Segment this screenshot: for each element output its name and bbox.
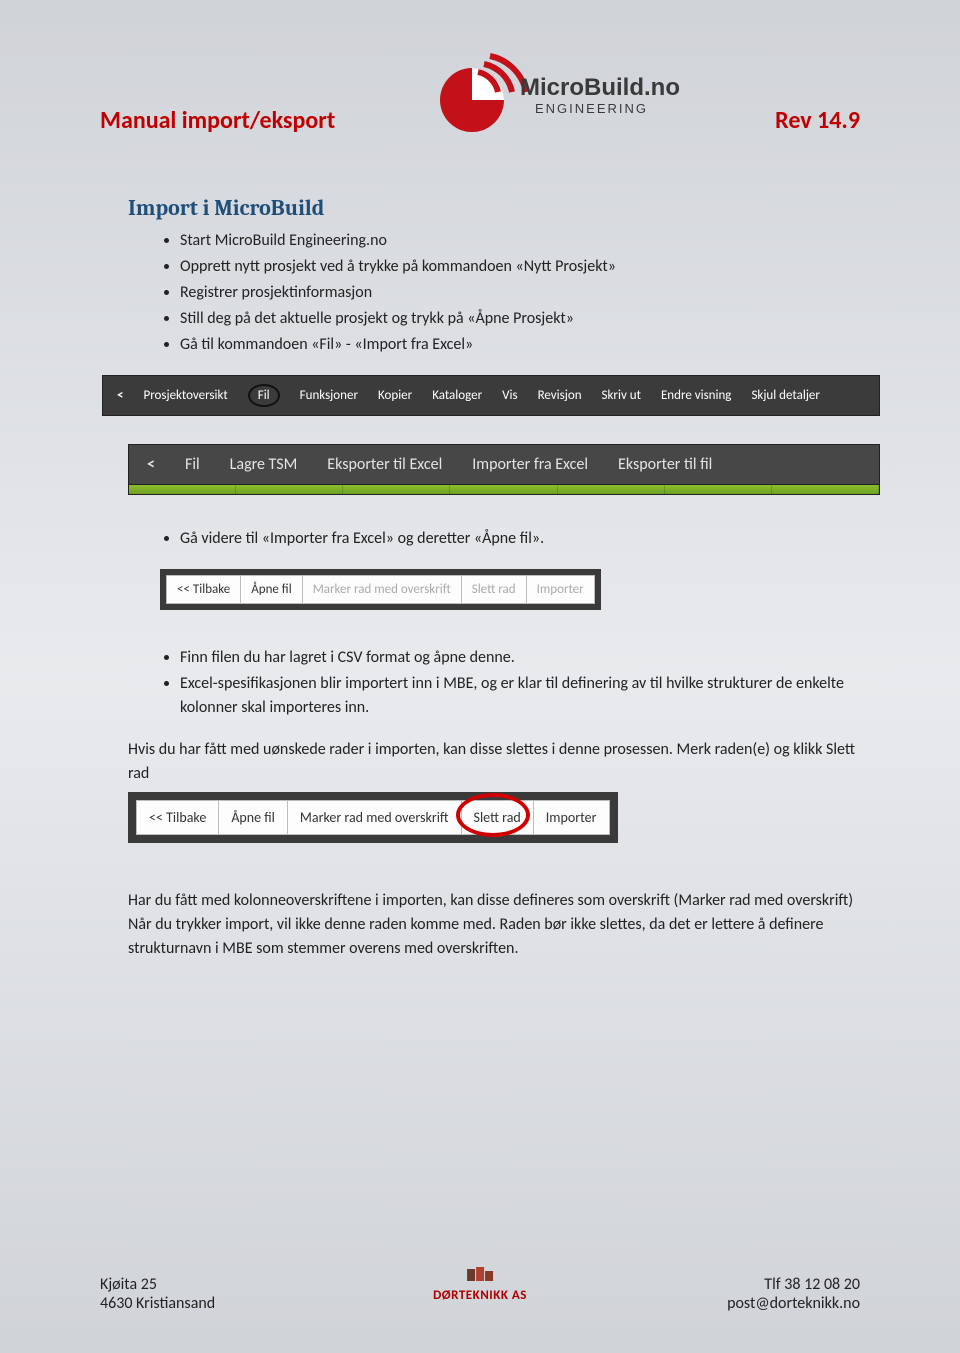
list-item: Finn filen du har lagret i CSV format og… [180, 646, 860, 670]
menu-item[interactable]: Eksporter til Excel [327, 455, 442, 474]
document-header: Manual import/eksport MicroBuild.no ENGI… [100, 45, 860, 135]
logo-text-bottom: ENGINEERING [535, 101, 648, 116]
menu-item[interactable]: Lagre TSM [230, 455, 298, 474]
mark-header-button[interactable]: Marker rad med overskrift [303, 575, 462, 604]
list-item: Opprett nytt prosjekt ved å trykke på ko… [180, 255, 860, 279]
menu-item[interactable]: Skjul detaljer [751, 388, 820, 403]
menu-item[interactable]: Importer fra Excel [472, 455, 588, 474]
screenshot-menubar-fil: < Fil Lagre TSM Eksporter til Excel Impo… [128, 444, 880, 495]
menu-item[interactable]: Eksporter til fil [618, 455, 712, 474]
mark-header-button[interactable]: Marker rad med overskrift [288, 800, 462, 835]
list-item: Gå videre til «Importer fra Excel» og de… [180, 527, 860, 551]
logo: MicroBuild.no ENGINEERING [430, 45, 680, 135]
import-button[interactable]: Importer [527, 575, 595, 604]
footer-company: DØRTEKNIKK AS [433, 1265, 527, 1303]
back-button[interactable]: << Tilbake [166, 575, 241, 604]
footer-email: post@dorteknikk.no [727, 1294, 860, 1313]
instruction-list-2: Gå videre til «Importer fra Excel» og de… [180, 527, 860, 551]
screenshot-toolbar-delete-row: << Tilbake Åpne fil Marker rad med overs… [128, 792, 618, 843]
menu-item[interactable]: Prosjektoversikt [143, 388, 227, 403]
menu-item[interactable]: Vis [502, 388, 517, 403]
footer-street: Kjøita 25 [100, 1275, 215, 1294]
microbuild-logo-icon: MicroBuild.no ENGINEERING [430, 45, 680, 135]
menu-item[interactable]: Funksjoner [300, 388, 358, 403]
green-strip-decoration [128, 485, 880, 495]
doc-title-left: Manual import/eksport [100, 106, 335, 135]
import-button[interactable]: Importer [534, 800, 610, 835]
screenshot-toolbar-open-file: << Tilbake Åpne fil Marker rad med overs… [160, 569, 601, 610]
menu-item[interactable]: Kataloger [432, 388, 482, 403]
delete-row-button[interactable]: Slett rad [462, 575, 527, 604]
footer-phone: Tlf 38 12 08 20 [727, 1275, 860, 1294]
list-item: Registrer prosjektinformasjon [180, 281, 860, 305]
footer-contact: Tlf 38 12 08 20 post@dorteknikk.no [727, 1275, 860, 1313]
delete-row-button-highlighted[interactable]: Slett rad [462, 800, 534, 835]
list-item: Excel-spesifikasjonen blir importert inn… [180, 672, 860, 720]
menu-item[interactable]: Fil [185, 455, 200, 474]
delete-row-label: Slett rad [474, 809, 521, 826]
back-icon[interactable]: < [147, 455, 155, 474]
instruction-list-3: Finn filen du har lagret i CSV format og… [180, 646, 860, 720]
menu-item-fil-highlighted[interactable]: Fil [248, 384, 280, 407]
screenshot-menubar-main: < Prosjektoversikt Fil Funksjoner Kopier… [102, 375, 880, 416]
open-file-button[interactable]: Åpne fil [241, 575, 302, 604]
menu-item[interactable]: Revisjon [538, 388, 582, 403]
list-item: Gå til kommandoen «Fil» - «Import fra Ex… [180, 333, 860, 357]
logo-text-top: MicroBuild.no [520, 74, 680, 101]
open-file-button[interactable]: Åpne fil [219, 800, 288, 835]
doc-revision: Rev 14.9 [775, 106, 860, 135]
menu-item[interactable]: Skriv ut [602, 388, 641, 403]
paragraph-delete-rows: Hvis du har fått med uønskede rader i im… [128, 738, 860, 786]
list-item: Start MicroBuild Engineering.no [180, 229, 860, 253]
back-icon[interactable]: < [117, 388, 123, 403]
dorteknikk-logo-icon [465, 1265, 495, 1283]
instruction-list-1: Start MicroBuild Engineering.no Opprett … [180, 229, 860, 357]
paragraph-column-headers: Har du fått med kolonneoverskriftene i i… [128, 889, 860, 961]
back-button[interactable]: << Tilbake [136, 800, 219, 835]
menu-item[interactable]: Endre visning [661, 388, 731, 403]
footer-address: Kjøita 25 4630 Kristiansand [100, 1275, 215, 1313]
footer-city: 4630 Kristiansand [100, 1294, 215, 1313]
list-item: Still deg på det aktuelle prosjekt og tr… [180, 307, 860, 331]
section-heading: Import i MicroBuild [128, 195, 860, 221]
menu-item[interactable]: Kopier [378, 388, 412, 403]
footer-company-name: DØRTEKNIKK AS [433, 1288, 527, 1303]
document-footer: Kjøita 25 4630 Kristiansand DØRTEKNIKK A… [100, 1275, 860, 1313]
